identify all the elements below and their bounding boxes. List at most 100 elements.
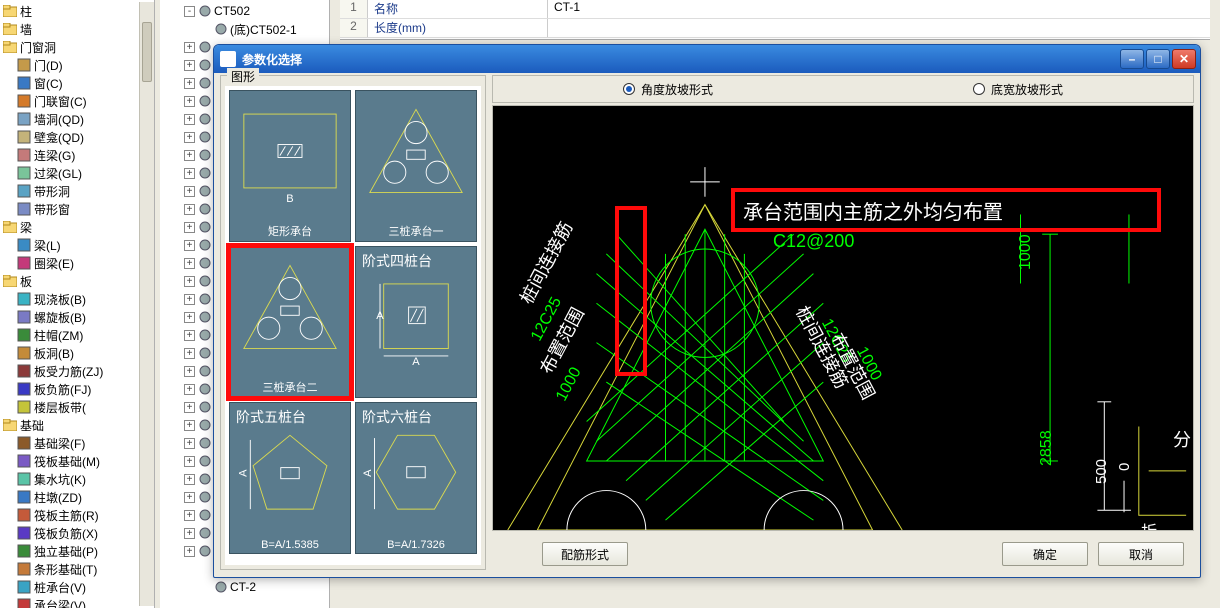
tree-item-label: 板 <box>20 273 32 290</box>
expand-toggle-icon[interactable]: + <box>184 240 195 251</box>
expand-toggle-icon[interactable]: + <box>184 528 195 539</box>
ok-button[interactable]: 确定 <box>1002 542 1088 566</box>
expand-toggle-icon[interactable]: + <box>184 186 195 197</box>
tree-item[interactable]: 梁 <box>2 218 154 236</box>
expand-toggle-icon[interactable]: + <box>184 330 195 341</box>
tree-item[interactable]: 柱帽(ZM) <box>2 326 154 344</box>
preview-canvas[interactable]: 承台范围内主筋之外均匀布置 C12@200 桩间连接筋 12C25 布置范围 1… <box>492 105 1194 531</box>
tree-item[interactable]: 筏板基础(M) <box>2 452 154 470</box>
tree-item[interactable]: 桩承台(V) <box>2 578 154 596</box>
shape-thumbnail[interactable]: B矩形承台 <box>229 90 351 242</box>
shape-thumbnail[interactable]: 三桩承台二 <box>229 246 351 398</box>
tree-item[interactable]: 现浇板(B) <box>2 290 154 308</box>
shape-thumbnail[interactable]: A阶式六桩台B=A/1.7326 <box>355 402 477 554</box>
expand-toggle-icon[interactable]: + <box>184 258 195 269</box>
radio-bottom-width-slope[interactable]: 底宽放坡形式 <box>843 81 1193 98</box>
tree-item[interactable]: 带形洞 <box>2 182 154 200</box>
expand-toggle-icon[interactable]: + <box>184 348 195 359</box>
tree-item[interactable]: 窗(C) <box>2 74 154 92</box>
expand-toggle-icon[interactable]: - <box>184 6 195 17</box>
expand-toggle-icon[interactable]: + <box>184 42 195 53</box>
tree-item[interactable]: 圈梁(E) <box>2 254 154 272</box>
minimize-button[interactable]: – <box>1120 49 1144 69</box>
tree-item[interactable]: 柱墩(ZD) <box>2 488 154 506</box>
spiral-icon <box>16 309 32 325</box>
tree-item[interactable]: 板负筋(FJ) <box>2 380 154 398</box>
rebar-config-button[interactable]: 配筋形式 <box>542 542 628 566</box>
tree-item[interactable]: 壁龛(QD) <box>2 128 154 146</box>
tree-item[interactable]: 门(D) <box>2 56 154 74</box>
expand-toggle-icon[interactable]: + <box>184 222 195 233</box>
shape-thumbnail[interactable]: AA阶式四桩台 <box>355 246 477 398</box>
thumb-caption: 三桩承台二 <box>230 379 350 395</box>
expand-toggle-icon[interactable]: + <box>184 420 195 431</box>
left-tree-scrollbar[interactable] <box>139 2 154 606</box>
expand-toggle-icon[interactable]: + <box>184 546 195 557</box>
tree-item[interactable]: 板 <box>2 272 154 290</box>
expand-toggle-icon[interactable]: + <box>184 366 195 377</box>
expand-toggle-icon[interactable]: + <box>184 384 195 395</box>
thumb-top-label: 阶式四桩台 <box>362 251 432 271</box>
tree-item[interactable]: 柱 <box>2 2 154 20</box>
expand-toggle-icon[interactable]: + <box>184 132 195 143</box>
radio-angle-slope[interactable]: 角度放坡形式 <box>493 81 843 98</box>
expand-toggle-icon[interactable]: + <box>184 150 195 161</box>
tree-item[interactable]: 筏板主筋(R) <box>2 506 154 524</box>
tree-item[interactable]: 带形窗 <box>2 200 154 218</box>
expand-toggle-icon[interactable]: + <box>184 168 195 179</box>
gear-icon <box>198 148 212 162</box>
tree-item[interactable]: 过梁(GL) <box>2 164 154 182</box>
over-icon <box>16 165 32 181</box>
expand-toggle-icon[interactable]: + <box>184 114 195 125</box>
cancel-button[interactable]: 取消 <box>1098 542 1184 566</box>
expand-toggle-icon[interactable]: + <box>184 204 195 215</box>
component-tree-item[interactable]: CT-2 <box>162 578 329 596</box>
tree-item[interactable]: 集水坑(K) <box>2 470 154 488</box>
dialog-titlebar[interactable]: 参数化选择 – □ ✕ <box>214 45 1200 73</box>
tree-item[interactable]: 墙洞(QD) <box>2 110 154 128</box>
gear-icon <box>198 94 212 108</box>
expand-toggle-icon[interactable]: + <box>184 60 195 71</box>
expand-toggle-icon[interactable]: + <box>184 474 195 485</box>
shape-thumbnail[interactable]: 三桩承台一 <box>355 90 477 242</box>
expand-toggle-icon[interactable]: + <box>184 402 195 413</box>
component-tree-item[interactable]: -CT502 <box>162 2 329 20</box>
tree-item-label: (底)CT502-1 <box>230 21 297 38</box>
expand-toggle-icon[interactable]: + <box>184 78 195 89</box>
thumb-caption: B=A/1.7326 <box>356 539 476 551</box>
tree-item[interactable]: 承台梁(V) <box>2 596 154 608</box>
tree-item[interactable]: 梁(L) <box>2 236 154 254</box>
tree-item[interactable]: 板洞(B) <box>2 344 154 362</box>
prop-value[interactable] <box>548 19 1210 37</box>
canvas-dim-500: 500 <box>1093 459 1110 484</box>
component-tree-item[interactable]: (底)CT502-1 <box>162 20 329 38</box>
table-row[interactable]: 2 长度(mm) <box>340 19 1210 38</box>
shape-thumbnail[interactable]: A阶式五桩台B=A/1.5385 <box>229 402 351 554</box>
table-row[interactable]: 1 名称 CT-1 <box>340 0 1210 19</box>
tree-item-label: 集水坑(K) <box>34 471 86 488</box>
tree-item[interactable]: 板受力筋(ZJ) <box>2 362 154 380</box>
expand-toggle-icon[interactable]: + <box>184 492 195 503</box>
expand-toggle-icon[interactable]: + <box>184 96 195 107</box>
expand-toggle-icon[interactable]: + <box>184 438 195 449</box>
tree-item[interactable]: 螺旋板(B) <box>2 308 154 326</box>
tree-item[interactable]: 墙 <box>2 20 154 38</box>
tree-item[interactable]: 门窗洞 <box>2 38 154 56</box>
expand-toggle-icon[interactable]: + <box>184 276 195 287</box>
maximize-button[interactable]: □ <box>1146 49 1170 69</box>
expand-toggle-icon[interactable]: + <box>184 510 195 521</box>
tree-item[interactable]: 筏板负筋(X) <box>2 524 154 542</box>
expand-toggle-icon[interactable]: + <box>184 456 195 467</box>
tree-item[interactable]: 条形基础(T) <box>2 560 154 578</box>
tree-item[interactable]: 基础 <box>2 416 154 434</box>
close-button[interactable]: ✕ <box>1172 49 1196 69</box>
tree-item[interactable]: 基础梁(F) <box>2 434 154 452</box>
tree-item[interactable]: 门联窗(C) <box>2 92 154 110</box>
prop-value[interactable]: CT-1 <box>548 0 1210 18</box>
expand-toggle-icon[interactable]: + <box>184 294 195 305</box>
tree-item[interactable]: 楼层板带( <box>2 398 154 416</box>
tree-item[interactable]: 连梁(G) <box>2 146 154 164</box>
tree-item[interactable]: 独立基础(P) <box>2 542 154 560</box>
highlight-box-bar <box>615 206 647 376</box>
expand-toggle-icon[interactable]: + <box>184 312 195 323</box>
